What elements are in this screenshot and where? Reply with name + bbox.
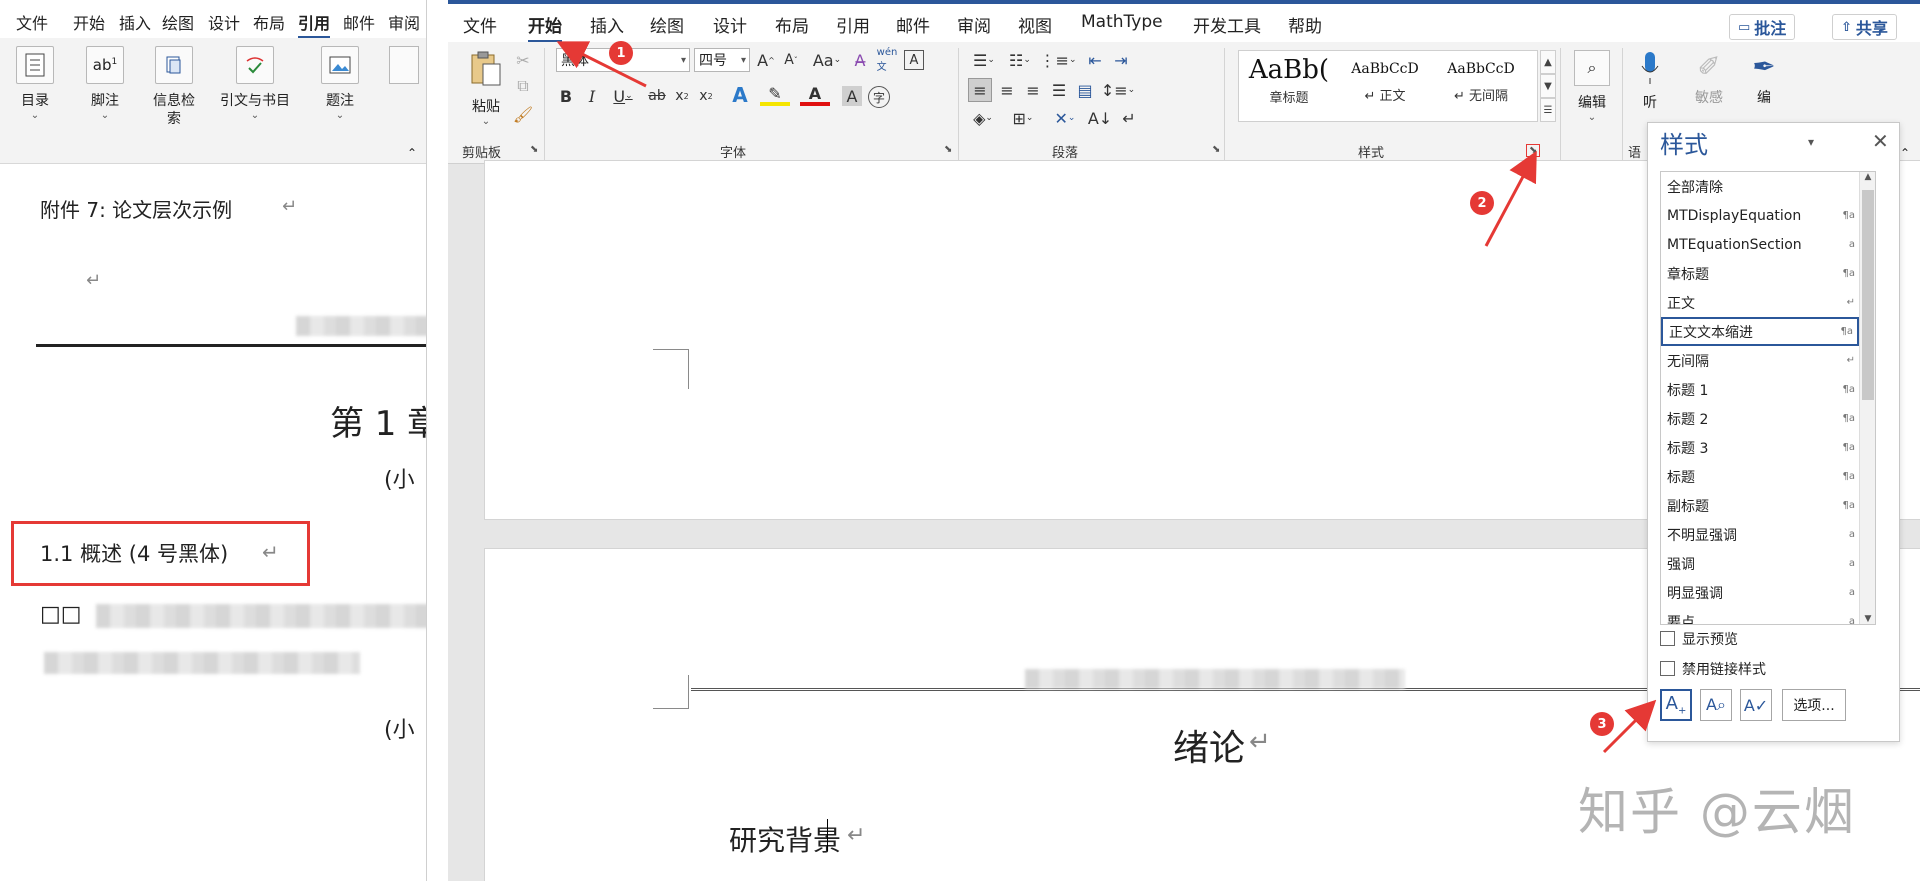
annotation-badge-1: 1: [609, 41, 633, 65]
watermark: 知乎 @云烟: [1578, 783, 1856, 841]
annotation-arrows: [556, 41, 1657, 754]
annotation-badge-2: 2: [1470, 191, 1494, 215]
annotation-badge-3: 3: [1590, 712, 1614, 736]
annotation-arrow-1: [556, 41, 647, 88]
